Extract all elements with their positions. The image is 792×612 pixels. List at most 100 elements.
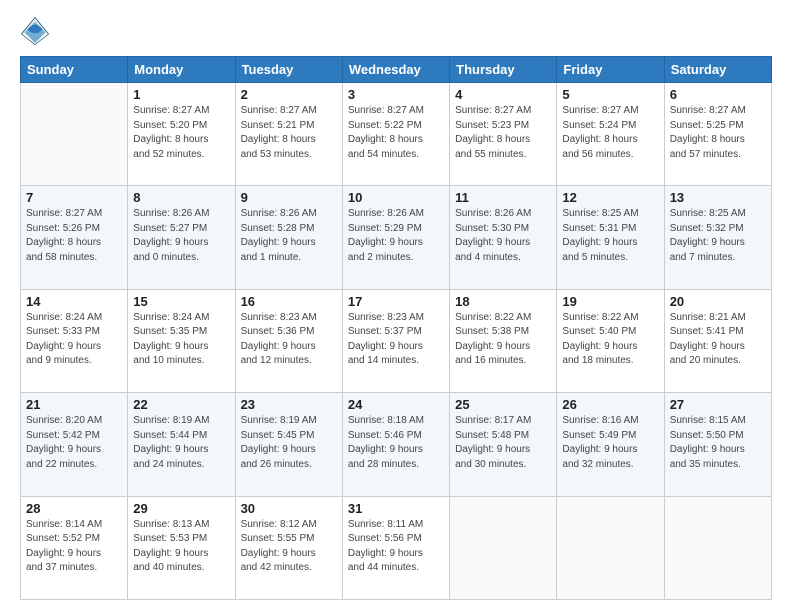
calendar-cell: 3 Sunrise: 8:27 AMSunset: 5:22 PMDaylight… bbox=[342, 83, 449, 186]
day-info: Sunrise: 8:27 AMSunset: 5:20 PMDaylight:… bbox=[133, 104, 229, 162]
day-number: 30 bbox=[241, 501, 337, 516]
calendar-cell: 26 Sunrise: 8:16 AMSunset: 5:49 PMDayligh… bbox=[557, 393, 664, 496]
day-number: 8 bbox=[133, 190, 229, 205]
calendar-cell: 17 Sunrise: 8:23 AMSunset: 5:37 PMDayligh… bbox=[342, 289, 449, 392]
day-info: Sunrise: 8:22 AMSunset: 5:38 PMDaylight:… bbox=[455, 311, 551, 369]
day-number: 26 bbox=[562, 397, 658, 412]
logo bbox=[20, 16, 54, 46]
day-info: Sunrise: 8:25 AMSunset: 5:31 PMDaylight:… bbox=[562, 207, 658, 265]
calendar-cell: 24 Sunrise: 8:18 AMSunset: 5:46 PMDayligh… bbox=[342, 393, 449, 496]
day-info: Sunrise: 8:23 AMSunset: 5:37 PMDaylight:… bbox=[348, 311, 444, 369]
day-of-week-wednesday: Wednesday bbox=[342, 57, 449, 83]
calendar-cell: 15 Sunrise: 8:24 AMSunset: 5:35 PMDayligh… bbox=[128, 289, 235, 392]
day-info: Sunrise: 8:26 AMSunset: 5:28 PMDaylight:… bbox=[241, 207, 337, 265]
day-info: Sunrise: 8:27 AMSunset: 5:22 PMDaylight:… bbox=[348, 104, 444, 162]
day-number: 6 bbox=[670, 87, 766, 102]
day-info: Sunrise: 8:11 AMSunset: 5:56 PMDaylight:… bbox=[348, 518, 444, 576]
day-number: 24 bbox=[348, 397, 444, 412]
calendar-cell bbox=[557, 496, 664, 599]
day-number: 12 bbox=[562, 190, 658, 205]
day-number: 31 bbox=[348, 501, 444, 516]
calendar-cell: 19Sunrise: 8:22 AMSunset: 5:40 PMDayligh… bbox=[557, 289, 664, 392]
day-info: Sunrise: 8:14 AMSunset: 5:52 PMDaylight:… bbox=[26, 518, 122, 576]
day-number: 9 bbox=[241, 190, 337, 205]
day-number: 28 bbox=[26, 501, 122, 516]
calendar-cell: 27 Sunrise: 8:15 AMSunset: 5:50 PMDayligh… bbox=[664, 393, 771, 496]
day-info: Sunrise: 8:12 AMSunset: 5:55 PMDaylight:… bbox=[241, 518, 337, 576]
day-number: 10 bbox=[348, 190, 444, 205]
day-info: Sunrise: 8:27 AMSunset: 5:21 PMDaylight:… bbox=[241, 104, 337, 162]
logo-icon bbox=[20, 16, 50, 46]
calendar-cell: 14 Sunrise: 8:24 AMSunset: 5:33 PMDayligh… bbox=[21, 289, 128, 392]
day-info: Sunrise: 8:15 AMSunset: 5:50 PMDaylight:… bbox=[670, 414, 766, 472]
calendar-cell: 2 Sunrise: 8:27 AMSunset: 5:21 PMDaylight… bbox=[235, 83, 342, 186]
day-info: Sunrise: 8:21 AMSunset: 5:41 PMDaylight:… bbox=[670, 311, 766, 369]
day-info: Sunrise: 8:24 AMSunset: 5:35 PMDaylight:… bbox=[133, 311, 229, 369]
page: SundayMondayTuesdayWednesdayThursdayFrid… bbox=[0, 0, 792, 612]
day-info: Sunrise: 8:25 AMSunset: 5:32 PMDaylight:… bbox=[670, 207, 766, 265]
day-info: Sunrise: 8:27 AMSunset: 5:26 PMDaylight:… bbox=[26, 207, 122, 265]
day-info: Sunrise: 8:23 AMSunset: 5:36 PMDaylight:… bbox=[241, 311, 337, 369]
calendar-cell: 5Sunrise: 8:27 AMSunset: 5:24 PMDaylight… bbox=[557, 83, 664, 186]
day-number: 29 bbox=[133, 501, 229, 516]
day-info: Sunrise: 8:19 AMSunset: 5:45 PMDaylight:… bbox=[241, 414, 337, 472]
day-number: 11 bbox=[455, 190, 551, 205]
week-row-5: 28 Sunrise: 8:14 AMSunset: 5:52 PMDayligh… bbox=[21, 496, 772, 599]
week-row-1: 1Sunrise: 8:27 AMSunset: 5:20 PMDaylight… bbox=[21, 83, 772, 186]
calendar-cell: 16Sunrise: 8:23 AMSunset: 5:36 PMDayligh… bbox=[235, 289, 342, 392]
day-number: 27 bbox=[670, 397, 766, 412]
day-number: 23 bbox=[241, 397, 337, 412]
day-number: 2 bbox=[241, 87, 337, 102]
calendar-cell: 30 Sunrise: 8:12 AMSunset: 5:55 PMDayligh… bbox=[235, 496, 342, 599]
week-row-2: 7 Sunrise: 8:27 AMSunset: 5:26 PMDaylight… bbox=[21, 186, 772, 289]
calendar-cell: 9 Sunrise: 8:26 AMSunset: 5:28 PMDaylight… bbox=[235, 186, 342, 289]
calendar-cell: 25 Sunrise: 8:17 AMSunset: 5:48 PMDayligh… bbox=[450, 393, 557, 496]
day-info: Sunrise: 8:20 AMSunset: 5:42 PMDaylight:… bbox=[26, 414, 122, 472]
day-info: Sunrise: 8:27 AMSunset: 5:25 PMDaylight:… bbox=[670, 104, 766, 162]
day-number: 7 bbox=[26, 190, 122, 205]
calendar-cell: 1Sunrise: 8:27 AMSunset: 5:20 PMDaylight… bbox=[128, 83, 235, 186]
day-number: 13 bbox=[670, 190, 766, 205]
day-number: 22 bbox=[133, 397, 229, 412]
day-info: Sunrise: 8:27 AMSunset: 5:23 PMDaylight:… bbox=[455, 104, 551, 162]
calendar-cell bbox=[450, 496, 557, 599]
day-number: 21 bbox=[26, 397, 122, 412]
calendar-cell: 29Sunrise: 8:13 AMSunset: 5:53 PMDayligh… bbox=[128, 496, 235, 599]
day-of-week-tuesday: Tuesday bbox=[235, 57, 342, 83]
day-of-week-saturday: Saturday bbox=[664, 57, 771, 83]
calendar-cell bbox=[664, 496, 771, 599]
day-info: Sunrise: 8:17 AMSunset: 5:48 PMDaylight:… bbox=[455, 414, 551, 472]
day-info: Sunrise: 8:26 AMSunset: 5:30 PMDaylight:… bbox=[455, 207, 551, 265]
calendar-cell: 21 Sunrise: 8:20 AMSunset: 5:42 PMDayligh… bbox=[21, 393, 128, 496]
calendar-cell: 11 Sunrise: 8:26 AMSunset: 5:30 PMDayligh… bbox=[450, 186, 557, 289]
calendar-cell: 31 Sunrise: 8:11 AMSunset: 5:56 PMDayligh… bbox=[342, 496, 449, 599]
day-info: Sunrise: 8:16 AMSunset: 5:49 PMDaylight:… bbox=[562, 414, 658, 472]
day-info: Sunrise: 8:24 AMSunset: 5:33 PMDaylight:… bbox=[26, 311, 122, 369]
day-number: 25 bbox=[455, 397, 551, 412]
calendar-cell: 8 Sunrise: 8:26 AMSunset: 5:27 PMDaylight… bbox=[128, 186, 235, 289]
day-number: 17 bbox=[348, 294, 444, 309]
day-number: 14 bbox=[26, 294, 122, 309]
calendar-cell: 20Sunrise: 8:21 AMSunset: 5:41 PMDayligh… bbox=[664, 289, 771, 392]
calendar-cell: 10 Sunrise: 8:26 AMSunset: 5:29 PMDayligh… bbox=[342, 186, 449, 289]
day-number: 15 bbox=[133, 294, 229, 309]
calendar-cell: 6 Sunrise: 8:27 AMSunset: 5:25 PMDaylight… bbox=[664, 83, 771, 186]
day-number: 4 bbox=[455, 87, 551, 102]
day-of-week-sunday: Sunday bbox=[21, 57, 128, 83]
day-of-week-monday: Monday bbox=[128, 57, 235, 83]
calendar-cell: 13 Sunrise: 8:25 AMSunset: 5:32 PMDayligh… bbox=[664, 186, 771, 289]
day-number: 3 bbox=[348, 87, 444, 102]
day-info: Sunrise: 8:26 AMSunset: 5:29 PMDaylight:… bbox=[348, 207, 444, 265]
day-info: Sunrise: 8:27 AMSunset: 5:24 PMDaylight:… bbox=[562, 104, 658, 162]
day-info: Sunrise: 8:26 AMSunset: 5:27 PMDaylight:… bbox=[133, 207, 229, 265]
day-info: Sunrise: 8:22 AMSunset: 5:40 PMDaylight:… bbox=[562, 311, 658, 369]
calendar-cell: 23 Sunrise: 8:19 AMSunset: 5:45 PMDayligh… bbox=[235, 393, 342, 496]
day-info: Sunrise: 8:19 AMSunset: 5:44 PMDaylight:… bbox=[133, 414, 229, 472]
day-info: Sunrise: 8:18 AMSunset: 5:46 PMDaylight:… bbox=[348, 414, 444, 472]
calendar-cell: 7 Sunrise: 8:27 AMSunset: 5:26 PMDaylight… bbox=[21, 186, 128, 289]
header bbox=[20, 16, 772, 46]
calendar-cell: 4 Sunrise: 8:27 AMSunset: 5:23 PMDaylight… bbox=[450, 83, 557, 186]
day-of-week-thursday: Thursday bbox=[450, 57, 557, 83]
calendar-cell bbox=[21, 83, 128, 186]
calendar-table: SundayMondayTuesdayWednesdayThursdayFrid… bbox=[20, 56, 772, 600]
